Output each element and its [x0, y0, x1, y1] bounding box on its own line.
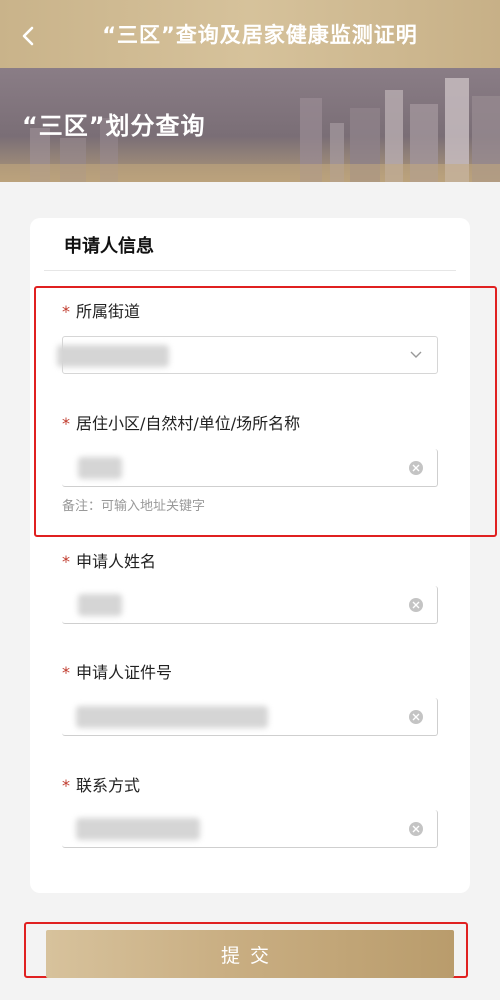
page-title: “三区”查询及居家健康监测证明	[102, 23, 418, 47]
redacted-value	[76, 818, 200, 840]
banner: “三区”划分查询	[0, 68, 500, 182]
id-number-input[interactable]	[62, 698, 438, 736]
chevron-left-icon	[22, 26, 34, 46]
back-button[interactable]	[14, 22, 42, 50]
name-label: * 申请人姓名	[62, 548, 156, 572]
contact-input[interactable]	[62, 810, 438, 848]
name-label-text: 申请人姓名	[76, 552, 157, 571]
clear-icon[interactable]	[409, 822, 423, 836]
top-bar: “三区”查询及居家健康监测证明	[0, 0, 500, 68]
highlight-frame	[34, 286, 497, 537]
required-mark: *	[62, 663, 70, 682]
id-number-label: * 申请人证件号	[62, 659, 172, 683]
submit-button[interactable]: 提交	[46, 930, 454, 978]
contact-label: * 联系方式	[62, 772, 140, 796]
clear-icon[interactable]	[409, 598, 423, 612]
clear-icon[interactable]	[409, 710, 423, 724]
section-title: 申请人信息	[64, 236, 154, 257]
redacted-value	[76, 706, 268, 728]
banner-title: “三区”划分查询	[22, 112, 206, 140]
contact-label-text: 联系方式	[76, 776, 141, 795]
id-number-label-text: 申请人证件号	[76, 663, 173, 682]
divider	[44, 270, 456, 271]
required-mark: *	[62, 552, 70, 571]
name-input[interactable]	[62, 586, 438, 624]
required-mark: *	[62, 776, 70, 795]
redacted-value	[78, 594, 122, 616]
